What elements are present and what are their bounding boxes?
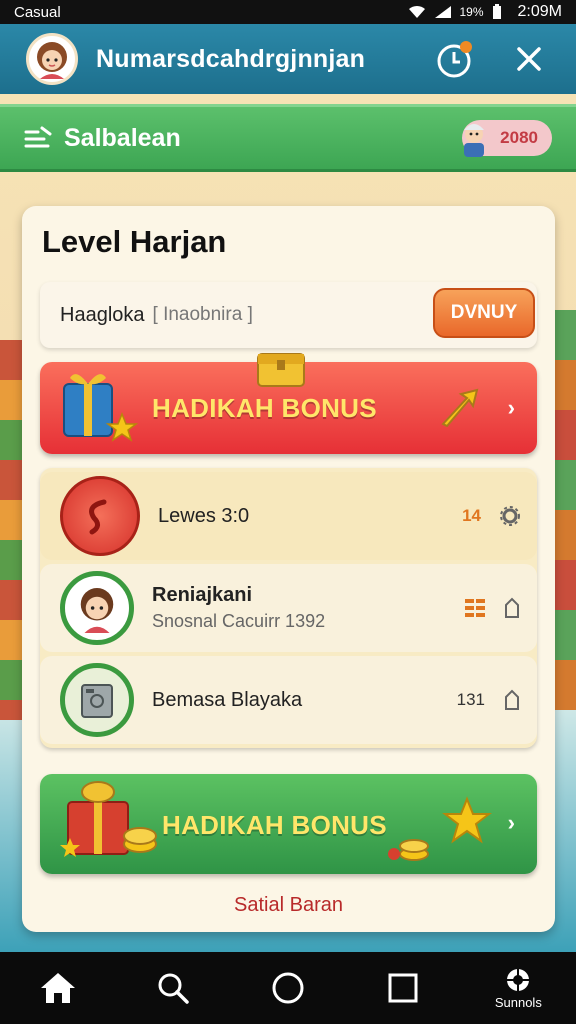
level-list: Lewes 3:0 14 Reniajkani Snosnal Cacuirr … [40,468,537,748]
search-action-button[interactable]: DVNUY [433,288,535,338]
coin-counter[interactable]: 2080 [462,120,552,157]
signal-icon [434,6,451,18]
carrier-label: Casual [14,3,61,21]
machine-icon-badge [60,663,134,737]
square-icon [388,973,418,1003]
search-input[interactable]: [ Inaobnira ] [153,304,253,326]
close-button[interactable] [508,38,550,80]
safe-icon [81,684,113,718]
nav-settings-label: Sunnols [494,994,542,1010]
timer-icon [437,41,472,78]
search-row: Haagloka [ Inaobnira ] DVNUY [40,282,537,348]
list-item[interactable]: Reniajkani Snosnal Cacuirr 1392 [40,564,537,652]
tag-icon[interactable] [503,689,521,711]
panel-title: Level Harjan [42,224,227,259]
player-avatar-icon [60,571,134,645]
nav-circle[interactable] [248,958,328,1018]
profile-avatar[interactable] [26,33,78,85]
green-bonus-banner[interactable]: HADIKAH BONUS › [40,774,537,874]
row-text: Lewes 3:0 [158,505,462,528]
section-title: Salbalean [64,123,181,152]
settings-icon [507,968,530,991]
gear-icon[interactable] [499,505,521,527]
row-title: Reniajkani [152,584,253,606]
row-value: 131 [456,690,485,709]
chevron-right-icon: › [507,810,515,835]
coin-value: 2080 [500,128,538,147]
nav-settings[interactable]: Sunnols [478,958,558,1018]
chevron-right-icon: › [507,395,515,420]
app-title: Numarsdcahdrgjnnjan [96,44,366,73]
row-text: Bemasa Blayaka [152,689,457,712]
battery-percent: 19% [459,5,484,19]
home-icon [40,973,75,1003]
tag-icon[interactable] [503,597,521,619]
circle-icon [272,972,304,1004]
status-bar: Casual 19% 2:09M [0,0,576,24]
row-value: 14 [462,506,481,525]
battery-icon [492,4,501,19]
row-subtitle: Snosnal Cacuirr 1392 [152,611,326,631]
app-bar: Numarsdcahdrgjnnjan [0,24,576,94]
wifi-icon [408,5,425,18]
gift-box-icon [63,374,139,442]
avatar-girl-icon [37,42,67,79]
chest-icon [257,353,305,387]
red-banner-label: HADIKAH BONUS [152,392,377,423]
nav-home[interactable] [18,958,98,1018]
background-decor-right [554,310,576,710]
row-text: Reniajkani Snosnal Cacuirr 1392 [152,584,465,632]
character-icon [464,124,485,157]
avatar-girl-icon [80,588,114,633]
bottom-nav: Sunnols [0,952,576,1024]
nav-search[interactable] [133,958,213,1018]
list-item[interactable]: Bemasa Blayaka 131 [40,656,537,744]
level-badge-icon [60,476,140,556]
clock: 2:09M [517,3,562,20]
level-panel: Level Harjan Haagloka [ Inaobnira ] DVNU… [22,206,555,932]
nav-square[interactable] [363,958,443,1018]
search-icon [158,973,189,1004]
gift-box-icon [60,781,157,857]
menu-edit-icon[interactable] [24,126,52,150]
row-title: Lewes 3:0 [158,504,250,527]
arrow-icon [441,388,479,428]
background-decor-left [0,340,24,720]
red-bonus-banner[interactable]: HADIKAH BONUS › [40,353,537,454]
green-header-bar: Salbalean 2080 [0,104,576,172]
coin-stack-icon [388,839,429,861]
swirl-icon [89,499,107,535]
star-icon [442,796,492,844]
status-indicators: 19% 2:09M [408,3,562,21]
row-meta: 131 [457,689,521,711]
grid-icon [465,599,485,617]
row-title: Bemasa Blayaka [152,688,303,711]
row-meta [465,597,521,619]
row-meta: 14 [462,505,521,527]
green-banner-label: HADIKAH BONUS [162,810,387,840]
list-item[interactable]: Lewes 3:0 14 [40,472,537,560]
timer-button[interactable] [434,38,476,80]
search-label: Haagloka [60,303,145,326]
close-icon [517,47,541,71]
footer-link[interactable]: Satial Baran [22,894,555,917]
